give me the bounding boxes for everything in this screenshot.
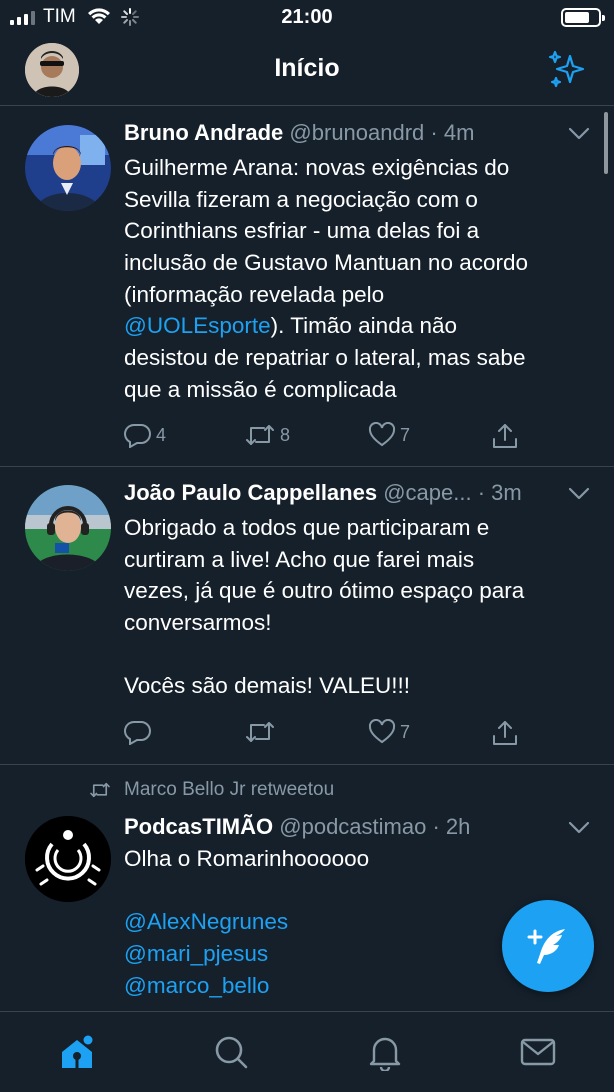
- retweeted-by[interactable]: Marco Bello Jr retweetou: [124, 779, 334, 801]
- home-icon: [62, 1033, 95, 1068]
- text-line: (informação revelada pelo: [124, 281, 385, 307]
- avatar[interactable]: [25, 485, 111, 571]
- text-line: Vocês são demais! VALEU!!!: [124, 673, 410, 699]
- tab-messages[interactable]: [518, 1032, 558, 1072]
- tweet-actions: 4 8 7: [124, 422, 524, 452]
- bottom-tab-bar: [0, 1011, 614, 1092]
- tweet-header: João Paulo Cappellanes @cape... · 3m: [124, 480, 522, 505]
- retweet-banner: Marco Bello Jr retweetou: [88, 779, 334, 801]
- tweet-text: Guilherme Arana: novas exigências do Sev…: [124, 152, 594, 406]
- text-line: [124, 875, 594, 907]
- tweet-header: Bruno Andrade @brunoandrd · 4m: [124, 120, 475, 145]
- like-count: 7: [400, 721, 411, 742]
- tab-notifications[interactable]: [365, 1032, 405, 1072]
- messages-icon: [520, 1038, 556, 1066]
- share-button[interactable]: [491, 422, 519, 450]
- retweet-icon: [90, 782, 110, 798]
- clock: 21:00: [281, 6, 333, 28]
- tweet-card[interactable]: Bruno Andrade @brunoandrd · 4m Guilherme…: [0, 107, 614, 467]
- reply-button[interactable]: [124, 719, 156, 745]
- text-line: vezes, já que é outro ótimo espaço para: [124, 578, 525, 604]
- tweet-actions: 7: [124, 719, 524, 749]
- text-line: Corinthians esfriar - uma delas foi a: [124, 218, 480, 244]
- compose-tweet-button[interactable]: [502, 900, 594, 992]
- search-icon: [215, 1036, 248, 1069]
- tab-search[interactable]: [211, 1032, 251, 1072]
- avatar[interactable]: [25, 816, 111, 902]
- page-title: Início: [274, 54, 340, 82]
- tweet-text: Obrigado a todos que participaram e curt…: [124, 512, 594, 702]
- text-line: Olha o Romarinhoooooo: [124, 846, 370, 871]
- compose-icon: [527, 929, 565, 964]
- text-line: desistou de repatriar o lateral, mas sab…: [124, 345, 526, 371]
- text-line: Guilherme Arana: novas exigências do: [124, 155, 510, 180]
- top-header: Início: [0, 34, 614, 106]
- battery-icon: [561, 8, 605, 27]
- author-name[interactable]: Bruno Andrade: [124, 120, 283, 145]
- tab-home[interactable]: [57, 1032, 97, 1072]
- mention-link[interactable]: @UOLEsporte: [124, 313, 271, 338]
- author-handle[interactable]: @cape...: [383, 480, 471, 505]
- author-name[interactable]: João Paulo Cappellanes: [124, 480, 377, 505]
- retweet-count: 8: [280, 424, 291, 445]
- text-line: conversarmos!: [124, 610, 272, 636]
- notifications-icon: [369, 1037, 401, 1071]
- tweet-time: 4m: [443, 120, 475, 145]
- text-fragment: ). Timão ainda não: [270, 313, 458, 339]
- chevron-down-icon[interactable]: [568, 127, 590, 146]
- reply-button[interactable]: 4: [124, 422, 166, 448]
- like-button[interactable]: 7: [368, 719, 410, 745]
- avatar[interactable]: [25, 125, 111, 211]
- reply-count: 4: [156, 424, 167, 445]
- text-line: inclusão de Gustavo Mantuan no acordo: [124, 250, 529, 276]
- tweet-time: 2h: [445, 814, 471, 839]
- author-handle[interactable]: @podcastimao: [279, 814, 426, 839]
- text-line: Obrigado a todos que participaram e: [124, 515, 490, 540]
- text-line: curtiram a live! Acho que farei mais: [124, 546, 475, 572]
- author-handle[interactable]: @brunoandrd: [289, 120, 424, 145]
- text-line: [124, 639, 594, 671]
- like-count: 7: [400, 424, 411, 445]
- tweet-header: PodcasTIMÃO @podcastimao · 2h: [124, 814, 471, 839]
- status-bar: TIM 21:00: [0, 0, 614, 34]
- chevron-down-icon[interactable]: [568, 821, 590, 840]
- share-button[interactable]: [491, 719, 519, 747]
- tweet-time: 3m: [491, 480, 522, 505]
- scrollbar[interactable]: [604, 112, 608, 174]
- text-line: que a missão é complicada: [124, 376, 397, 402]
- retweet-button[interactable]: 8: [244, 422, 290, 448]
- like-button[interactable]: 7: [368, 422, 410, 448]
- sparkle-icon[interactable]: [546, 48, 588, 95]
- text-line: @UOLEsporte). Timão ainda não: [124, 310, 594, 342]
- author-name[interactable]: PodcasTIMÃO: [124, 814, 273, 839]
- chevron-down-icon[interactable]: [568, 487, 590, 506]
- text-line: Sevilla fizeram a negociação com o: [124, 186, 478, 212]
- retweet-button[interactable]: [244, 719, 280, 745]
- tweet-card[interactable]: João Paulo Cappellanes @cape... · 3m Obr…: [0, 467, 614, 765]
